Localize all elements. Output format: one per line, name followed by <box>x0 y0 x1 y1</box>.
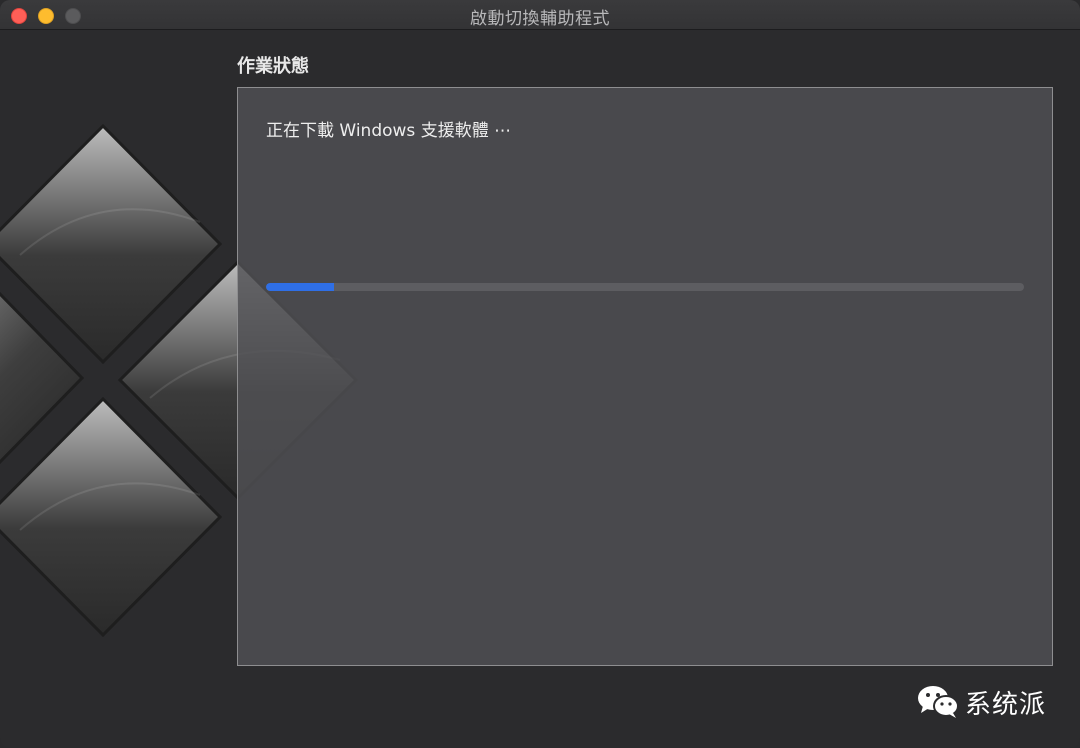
progress-bar <box>266 283 1024 291</box>
status-text: 正在下載 Windows 支援軟體 ⋯ <box>266 121 512 141</box>
progress-bar-fill <box>266 283 335 291</box>
status-panel: 正在下載 Windows 支援軟體 ⋯ <box>237 87 1053 666</box>
watermark: 系统派 <box>915 680 1065 724</box>
app-window: 啟動切換輔助程式 作業狀態 正在下載 Windows 支援軟體 ⋯ 系统派 <box>0 0 1080 748</box>
wechat-icon <box>918 686 959 718</box>
title-bar[interactable]: 啟動切換輔助程式 <box>0 0 1080 30</box>
window-title: 啟動切換輔助程式 <box>470 9 610 29</box>
section-title: 作業狀態 <box>237 56 309 77</box>
watermark-text: 系统派 <box>965 690 1047 720</box>
